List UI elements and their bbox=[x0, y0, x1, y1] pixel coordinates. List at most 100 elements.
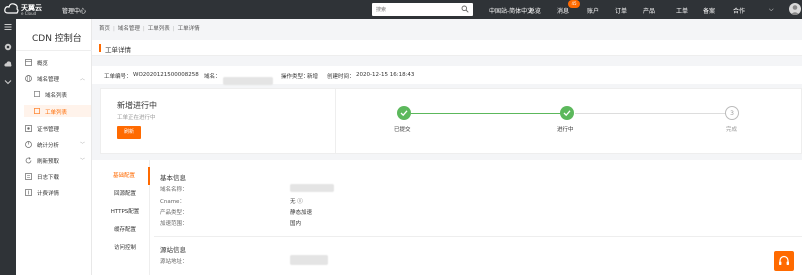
avatar[interactable] bbox=[789, 3, 801, 15]
customer-service-button[interactable] bbox=[774, 251, 794, 271]
sidebar-item-domain-list[interactable]: 域名列表 bbox=[24, 88, 91, 100]
settings-icon[interactable] bbox=[4, 43, 12, 51]
breadcrumb-separator: | bbox=[172, 26, 175, 32]
chevron-up-icon: ︿ bbox=[80, 76, 86, 82]
nav-products[interactable]: 产品 bbox=[643, 6, 655, 15]
tab-https-config[interactable]: HTTPS配置 bbox=[100, 203, 150, 221]
step-submitted-label: 已提交 bbox=[394, 127, 411, 133]
refresh-icon bbox=[25, 157, 32, 164]
nav-messages[interactable]: 消息 bbox=[557, 6, 569, 15]
title-accent-bar bbox=[99, 44, 101, 52]
origin-address-value-redacted bbox=[290, 255, 328, 267]
config-tabs: 基础配置 回源配置 HTTPS配置 缓存配置 访问控制 bbox=[100, 160, 150, 275]
menu-icon[interactable] bbox=[4, 23, 12, 31]
tab-access-control[interactable]: 访问控制 bbox=[100, 239, 150, 257]
nav-tickets[interactable]: 工单 bbox=[676, 6, 688, 15]
created-time-label: 创建时间： bbox=[327, 74, 355, 80]
logo[interactable]: 天翼云 e Cloud bbox=[4, 2, 52, 17]
domain-name-value-redacted bbox=[290, 184, 334, 194]
step-connector-done bbox=[411, 113, 569, 114]
sidebar-item-domain-management[interactable]: 域名管理 ︿ bbox=[16, 72, 92, 85]
kv-key-origin-address: 源站地址： bbox=[160, 259, 188, 265]
search-input[interactable] bbox=[376, 5, 456, 14]
breadcrumb-home[interactable]: 首页 bbox=[99, 26, 110, 32]
check-icon bbox=[400, 110, 408, 117]
nav-overview[interactable]: 总览 bbox=[529, 6, 541, 15]
domain-label: 域名： bbox=[204, 74, 221, 80]
step-in-progress-circle bbox=[560, 106, 574, 120]
sidebar-item-statistics[interactable]: 统计分析 ﹀ bbox=[16, 138, 92, 151]
step-number: 3 bbox=[730, 110, 734, 117]
nav-account[interactable]: 账户 bbox=[587, 6, 599, 15]
breadcrumb-separator: | bbox=[142, 26, 145, 32]
page-title: 工单详情 bbox=[105, 46, 131, 54]
kv-key-acceleration-scope: 加速范围： bbox=[160, 221, 188, 227]
search-icon[interactable] bbox=[461, 5, 469, 13]
section-divider bbox=[154, 236, 802, 237]
search-box[interactable] bbox=[372, 3, 473, 16]
step-connector-pending bbox=[575, 113, 726, 114]
nav-partners[interactable]: 合作 bbox=[733, 6, 745, 15]
cname-value: 无 Ⓘ bbox=[290, 199, 303, 205]
sidebar-item-label: 域名管理 bbox=[37, 77, 60, 83]
detail-panel: 基础配置 回源配置 HTTPS配置 缓存配置 访问控制 基本信息 域名名称： C… bbox=[92, 160, 802, 275]
tab-basic-config[interactable]: 基础配置 bbox=[100, 167, 150, 185]
chevron-down-icon: ﹀ bbox=[80, 142, 86, 148]
step-complete-label: 完成 bbox=[726, 127, 738, 133]
breadcrumb-separator: | bbox=[113, 26, 115, 32]
icon-rail bbox=[0, 19, 16, 275]
sidebar-item-label: 刷新预取 bbox=[37, 159, 60, 165]
sidebar-item-billing[interactable]: 计费详情 bbox=[16, 186, 92, 199]
certificate-icon bbox=[25, 125, 32, 132]
status-subtitle: 工单正在进行中 bbox=[117, 115, 156, 121]
sidebar-item-log-download[interactable]: 日志下载 bbox=[16, 170, 92, 183]
message-count-badge: 45 bbox=[568, 0, 580, 8]
logo-subtext: e Cloud bbox=[21, 11, 37, 16]
kv-key-product-type: 产品类型： bbox=[160, 210, 188, 216]
sidebar-item-refresh-prefetch[interactable]: 刷新预取 ﹀ bbox=[16, 154, 92, 167]
acceleration-scope-value: 国内 bbox=[290, 221, 302, 227]
cloud-icon[interactable] bbox=[4, 60, 12, 68]
nav-filing[interactable]: 备案 bbox=[703, 6, 715, 15]
sidebar-item-label: 计费详情 bbox=[37, 191, 60, 197]
ticket-info-row: 工单编号： WO2020121500008258 域名： 操作类型： 新增 创建… bbox=[92, 66, 802, 85]
log-icon bbox=[25, 173, 32, 180]
created-time-value: 2020-12-15 16:18:43 bbox=[356, 72, 415, 78]
top-navbar: 天翼云 e Cloud 管理中心 中国站-简体中文 ⌵ 总览 消息 45 账户 订… bbox=[0, 0, 802, 19]
sidebar-item-overview[interactable]: 概览 bbox=[16, 56, 92, 69]
tab-origin-config[interactable]: 回源配置 bbox=[100, 185, 150, 203]
kv-key-domain-name: 域名名称： bbox=[160, 187, 188, 193]
kv-key-cname: Cname： bbox=[160, 199, 185, 205]
region-label: 中国站-简体中文 bbox=[489, 8, 534, 15]
sidebar-item-label: 域名列表 bbox=[45, 93, 68, 99]
ticket-status-card: 新增进行中 工单正在进行中 刷新 3 已提交 进行中 完成 bbox=[100, 88, 802, 154]
sidebar-item-label: 日志下载 bbox=[37, 175, 60, 181]
step-submitted-circle bbox=[397, 106, 411, 120]
management-center-link[interactable]: 管理中心 bbox=[62, 6, 86, 15]
page-header: 工单详情 bbox=[92, 40, 802, 56]
list-doc-icon bbox=[34, 91, 40, 97]
user-menu-chevron-icon[interactable]: ⌵ bbox=[769, 6, 774, 14]
tab-cache-config[interactable]: 缓存配置 bbox=[100, 221, 150, 239]
basic-info-title: 基本信息 bbox=[160, 174, 186, 182]
sidebar-item-ticket-list[interactable]: 工单列表 bbox=[24, 105, 91, 117]
chevron-down-icon[interactable] bbox=[4, 78, 12, 86]
refresh-button[interactable]: 刷新 bbox=[117, 126, 141, 139]
breadcrumb-current: 工单详情 bbox=[177, 26, 200, 32]
operation-type-label: 操作类型： bbox=[281, 74, 309, 80]
sidebar-item-label: 概览 bbox=[37, 61, 49, 67]
billing-icon bbox=[25, 189, 32, 196]
sidebar-item-label: 统计分析 bbox=[37, 143, 60, 149]
chart-icon bbox=[25, 141, 32, 148]
headset-icon bbox=[779, 255, 789, 265]
user-avatar-icon bbox=[790, 5, 800, 15]
breadcrumb-domain-management[interactable]: 域名管理 bbox=[118, 26, 140, 32]
breadcrumb-ticket-list[interactable]: 工单列表 bbox=[148, 26, 170, 32]
step-in-progress-label: 进行中 bbox=[557, 127, 574, 133]
sidebar-item-certificates[interactable]: 证书管理 bbox=[16, 122, 92, 135]
console-title: CDN 控制台 bbox=[32, 34, 82, 44]
breadcrumb: 首页 | 域名管理 | 工单列表 | 工单详情 bbox=[99, 24, 200, 32]
cloud-logo-icon bbox=[4, 3, 19, 14]
nav-orders[interactable]: 订单 bbox=[615, 6, 627, 15]
step-complete-circle: 3 bbox=[725, 106, 739, 120]
